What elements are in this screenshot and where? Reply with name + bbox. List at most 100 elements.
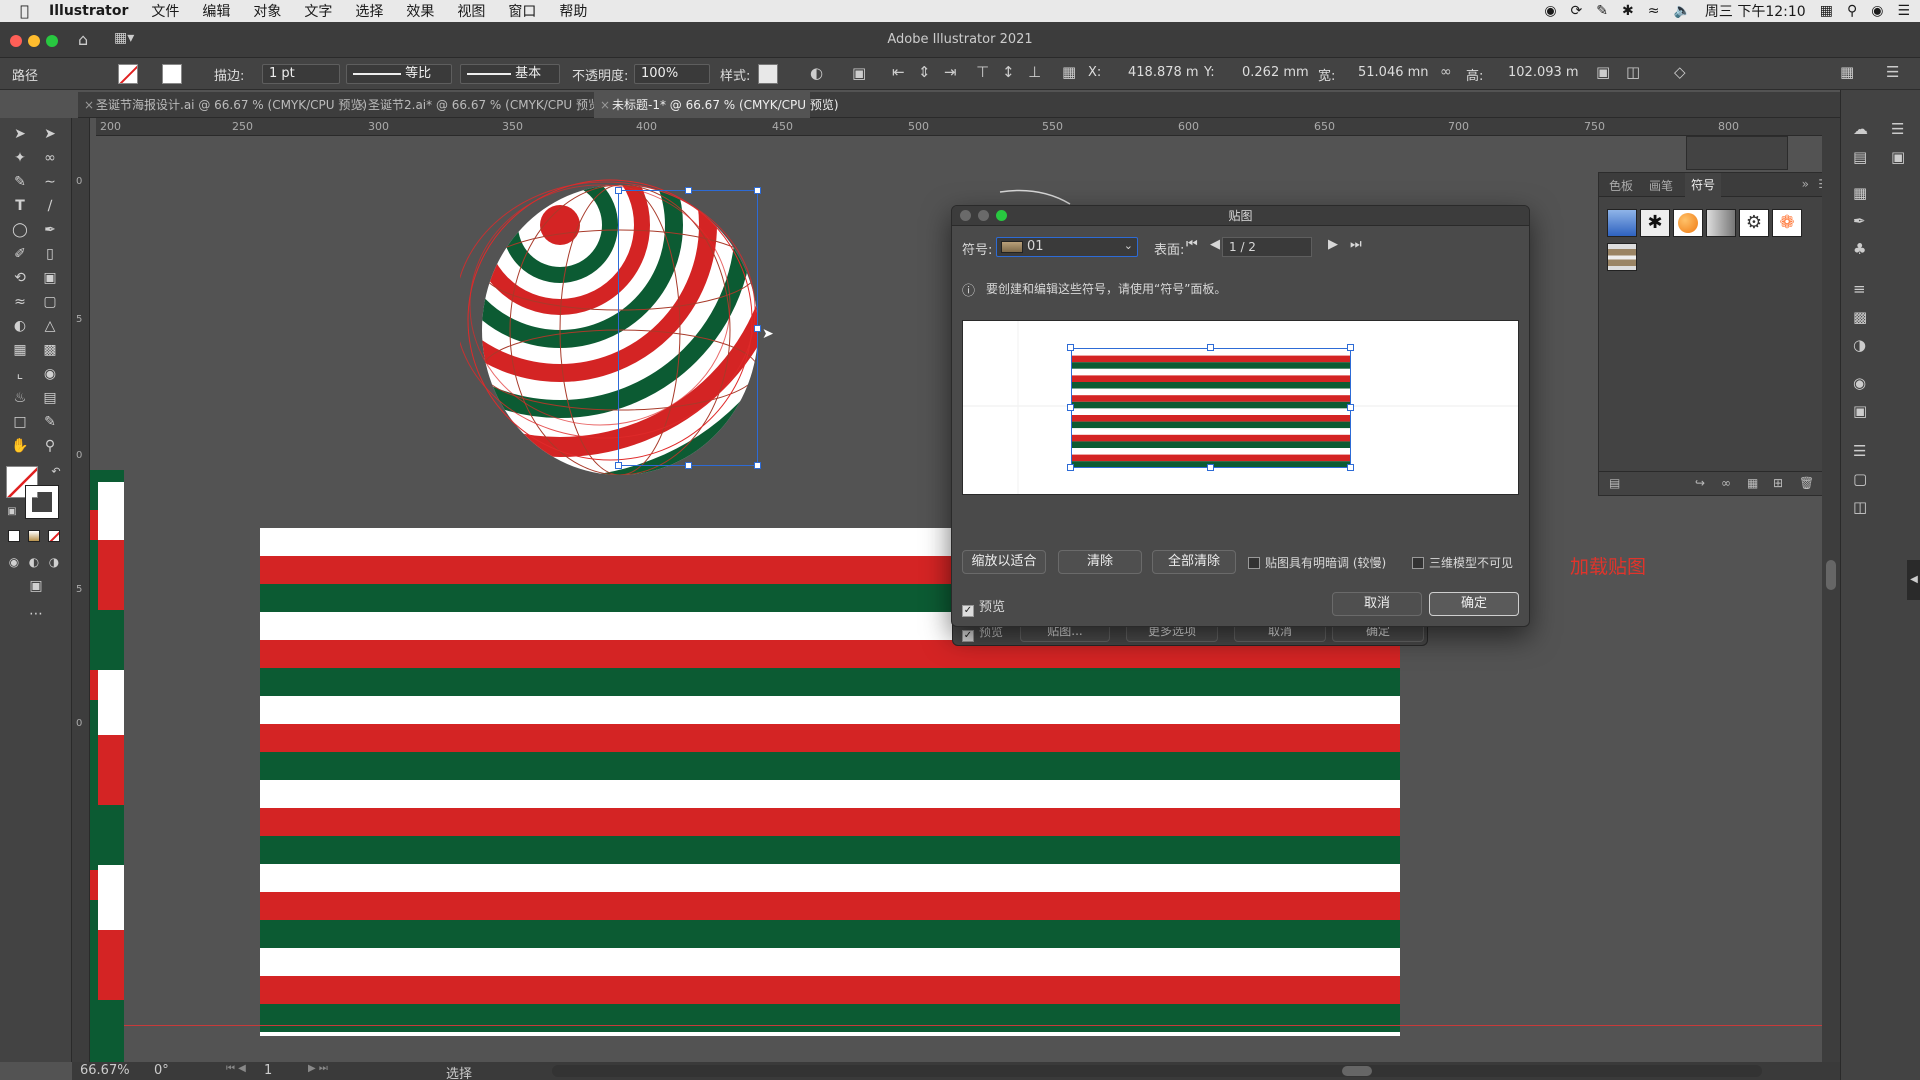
preview-handle[interactable] bbox=[1067, 344, 1074, 351]
default-colors-icon[interactable]: ▣ bbox=[2, 502, 22, 522]
brushes-dock-icon[interactable]: ✒ bbox=[1853, 212, 1866, 230]
graphic-styles-dock-icon[interactable]: ▣ bbox=[1853, 402, 1867, 420]
menu-select[interactable]: 选择 bbox=[355, 1, 383, 21]
column-graph-tool-icon[interactable]: ▤ bbox=[40, 388, 60, 408]
menu-edit[interactable]: 编辑 bbox=[202, 1, 230, 21]
vertical-scrollbar[interactable] bbox=[1822, 118, 1840, 1062]
input-method-icon[interactable]: ▦ bbox=[1820, 3, 1833, 19]
transform-panel-icon[interactable]: ▣ bbox=[1596, 63, 1610, 81]
preview-handle[interactable] bbox=[1347, 344, 1354, 351]
align-right-icon[interactable]: ⇥ bbox=[944, 63, 957, 81]
align-left-icon[interactable]: ⇤ bbox=[892, 63, 905, 81]
swatches-dock-icon[interactable]: ▦ bbox=[1853, 184, 1867, 202]
recolor-icon[interactable]: ◐ bbox=[810, 64, 823, 82]
symbol-swatch-01[interactable] bbox=[1607, 243, 1637, 271]
new-symbol-icon[interactable]: ⊞ bbox=[1773, 476, 1783, 490]
artboard-tool-icon[interactable]: □ bbox=[10, 412, 30, 432]
place-symbol-icon[interactable]: ↪ bbox=[1695, 476, 1705, 490]
asset-export-icon[interactable]: ▣ bbox=[1891, 148, 1905, 166]
x-value[interactable]: 418.878 m bbox=[1128, 65, 1199, 80]
sync-icon[interactable]: ⟳ bbox=[1571, 3, 1583, 19]
wifi-icon[interactable]: ≈ bbox=[1648, 3, 1660, 19]
curvature-tool-icon[interactable]: ∼ bbox=[40, 172, 60, 192]
bbox-handle[interactable] bbox=[615, 187, 622, 194]
appearance-dock-icon[interactable]: ◉ bbox=[1853, 374, 1866, 392]
selection-tool-icon[interactable]: ➤ bbox=[10, 124, 30, 144]
minimize-window-icon[interactable] bbox=[28, 35, 40, 47]
scale-to-fit-button[interactable]: 缩放以适合 bbox=[962, 550, 1046, 574]
symbol-select[interactable]: 01 ⌄ bbox=[996, 237, 1138, 257]
home-icon[interactable]: ⌂ bbox=[78, 30, 88, 49]
preview-handle[interactable] bbox=[1347, 404, 1354, 411]
bbox-handle[interactable] bbox=[754, 325, 761, 332]
opacity-field[interactable]: 100% bbox=[634, 64, 710, 84]
workspace-switcher-icon[interactable]: ▦▾ bbox=[114, 30, 134, 46]
zoom-level[interactable]: 66.67% bbox=[80, 1063, 130, 1078]
tab-christmas2[interactable]: × 圣诞节2.ai* @ 66.67 % (CMYK/CPU 预览) bbox=[350, 92, 605, 118]
dialog-minimize-icon[interactable] bbox=[978, 210, 989, 221]
symbol-options-icon[interactable]: ▦ bbox=[1747, 476, 1758, 490]
selection-bounding-box[interactable] bbox=[618, 190, 758, 466]
libraries-icon[interactable]: ☁ bbox=[1853, 120, 1868, 138]
pen-icon[interactable]: ✎ bbox=[1596, 3, 1608, 19]
symbols-dock-icon[interactable]: ♣ bbox=[1853, 240, 1866, 258]
color-mode-gradient[interactable] bbox=[28, 530, 40, 542]
clear-button[interactable]: 清除 bbox=[1058, 550, 1142, 574]
stroke-color-swatch[interactable] bbox=[25, 485, 59, 519]
siri-icon[interactable]: ◉ bbox=[1871, 3, 1883, 19]
expand-panel-icon[interactable]: » bbox=[1802, 177, 1809, 191]
h-value[interactable]: 102.093 m bbox=[1508, 65, 1579, 80]
ok-button[interactable]: 确定 bbox=[1429, 592, 1519, 616]
next-artboard-icon[interactable]: ▶ ⏭ bbox=[308, 1063, 328, 1074]
align-middle-icon[interactable]: ↕ bbox=[1002, 63, 1015, 81]
stroke-swatch[interactable] bbox=[162, 64, 182, 84]
dialog-titlebar[interactable]: 贴图 bbox=[952, 206, 1529, 226]
prev-surface-icon[interactable]: ◀ bbox=[1210, 237, 1220, 252]
draw-mode-icon[interactable]: ◉ bbox=[4, 552, 24, 572]
align-top-icon[interactable]: ⊤ bbox=[976, 63, 989, 81]
w-value[interactable]: 51.046 mn bbox=[1358, 65, 1429, 80]
export-icon[interactable]: ▤ bbox=[1853, 148, 1867, 166]
perspective-grid-tool-icon[interactable]: △ bbox=[40, 316, 60, 336]
spotlight-icon[interactable]: ⚲ bbox=[1847, 3, 1857, 19]
menu-view[interactable]: 视图 bbox=[457, 1, 485, 21]
blend-tool-icon[interactable]: ◉ bbox=[40, 364, 60, 384]
direct-selection-tool-icon[interactable]: ➤ bbox=[40, 124, 60, 144]
symbol-swatch-gear[interactable]: ⚙ bbox=[1739, 209, 1769, 237]
preview-stripes[interactable] bbox=[1071, 348, 1351, 468]
record-icon[interactable]: ◉ bbox=[1544, 3, 1556, 19]
bbox-handle[interactable] bbox=[615, 462, 622, 469]
preview-handle[interactable] bbox=[1207, 344, 1214, 351]
preview-handle[interactable] bbox=[1207, 464, 1214, 471]
hand-tool-icon[interactable]: ✋ bbox=[10, 436, 30, 456]
invisible-geometry-checkbox[interactable]: 三维模型不可见 bbox=[1412, 554, 1513, 571]
clear-all-button[interactable]: 全部清除 bbox=[1152, 550, 1236, 574]
more-tools-icon[interactable]: ⋯ bbox=[26, 604, 46, 624]
preview-handle[interactable] bbox=[1347, 464, 1354, 471]
map-art-preview[interactable] bbox=[962, 320, 1519, 495]
artboard-number[interactable]: 1 bbox=[264, 1063, 272, 1078]
tab-brushes[interactable]: 画笔 bbox=[1649, 177, 1673, 194]
stroke-profile-select[interactable]: 等比 bbox=[346, 64, 452, 84]
symbol-library-icon[interactable]: ▤ bbox=[1609, 476, 1620, 490]
swap-colors-icon[interactable]: ↶ bbox=[46, 462, 66, 482]
symbol-swatch-blue-banner[interactable] bbox=[1607, 209, 1637, 237]
first-surface-icon[interactable]: ⏮ bbox=[1186, 237, 1198, 252]
type-tool-icon[interactable]: T bbox=[10, 196, 30, 216]
tab-swatches[interactable]: 色板 bbox=[1609, 177, 1633, 194]
isolate-icon[interactable]: ◫ bbox=[1626, 63, 1640, 81]
stroke-weight-field[interactable]: 1 pt bbox=[262, 64, 340, 84]
preview-handle[interactable] bbox=[1067, 464, 1074, 471]
scrollbar-thumb[interactable] bbox=[1342, 1066, 1372, 1076]
menu-help[interactable]: 帮助 bbox=[559, 1, 587, 21]
ellipse-tool-icon[interactable]: ◯ bbox=[10, 220, 30, 240]
draw-inside-icon[interactable]: ◑ bbox=[44, 552, 64, 572]
links-dock-icon[interactable]: ◫ bbox=[1853, 498, 1867, 516]
mesh-tool-icon[interactable]: ▦ bbox=[10, 340, 30, 360]
free-transform-tool-icon[interactable]: ▢ bbox=[40, 292, 60, 312]
close-tab-icon[interactable]: × bbox=[356, 92, 366, 118]
stroke-dock-icon[interactable]: ≡ bbox=[1853, 280, 1866, 298]
panel-options-icon[interactable]: ▦ bbox=[1840, 63, 1854, 81]
artboards-dock-icon[interactable]: ▢ bbox=[1853, 470, 1867, 488]
bbox-handle[interactable] bbox=[685, 462, 692, 469]
